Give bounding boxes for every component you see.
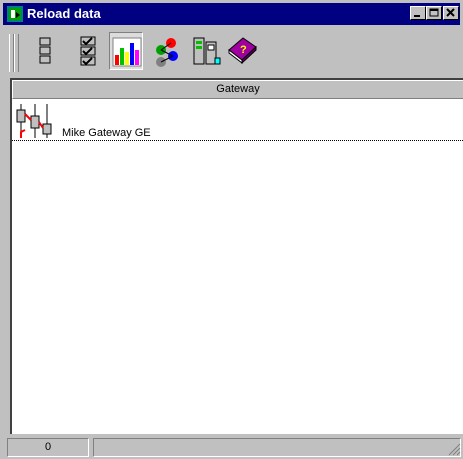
column-header-gateway[interactable]: Gateway	[12, 80, 463, 99]
resize-grip-icon[interactable]	[447, 442, 461, 459]
chart-button[interactable]	[109, 32, 143, 70]
title-bar[interactable]: Reload data	[3, 3, 460, 25]
gateway-icon	[15, 102, 61, 143]
reload-data-window: Reload data ? Gateway Mike Gateway GE 0	[0, 0, 463, 459]
status-message	[93, 438, 461, 457]
minimize-icon	[414, 15, 420, 17]
list-view-button[interactable]	[29, 32, 63, 70]
bar-chart-icon	[112, 37, 142, 67]
checklist-icon	[80, 36, 96, 66]
list-item-label: Mike Gateway GE	[62, 127, 151, 139]
checklist-button[interactable]	[71, 32, 105, 70]
device-button[interactable]	[189, 32, 223, 70]
help-book-button[interactable]: ?	[225, 32, 259, 70]
status-count: 0	[7, 438, 89, 457]
maximize-icon	[429, 8, 439, 17]
network-nodes-icon	[156, 38, 178, 67]
toolbar-grip-secondary[interactable]	[14, 34, 19, 72]
stacked-boxes-icon	[39, 37, 51, 64]
app-icon	[7, 6, 23, 22]
minimize-button[interactable]	[410, 6, 426, 20]
toolbar: ?	[3, 28, 460, 78]
svg-text:?: ?	[240, 44, 247, 56]
close-icon	[446, 8, 455, 17]
device-icon	[193, 37, 221, 65]
maximize-button[interactable]	[426, 6, 442, 20]
status-bar: 0	[3, 436, 463, 459]
list-item[interactable]: Mike Gateway GE	[12, 101, 463, 141]
close-button[interactable]	[443, 6, 459, 20]
help-book-icon: ?	[228, 37, 257, 65]
window-title: Reload data	[27, 6, 101, 21]
gateway-list[interactable]: Gateway Mike Gateway GE	[10, 78, 463, 434]
network-button[interactable]	[149, 32, 183, 70]
